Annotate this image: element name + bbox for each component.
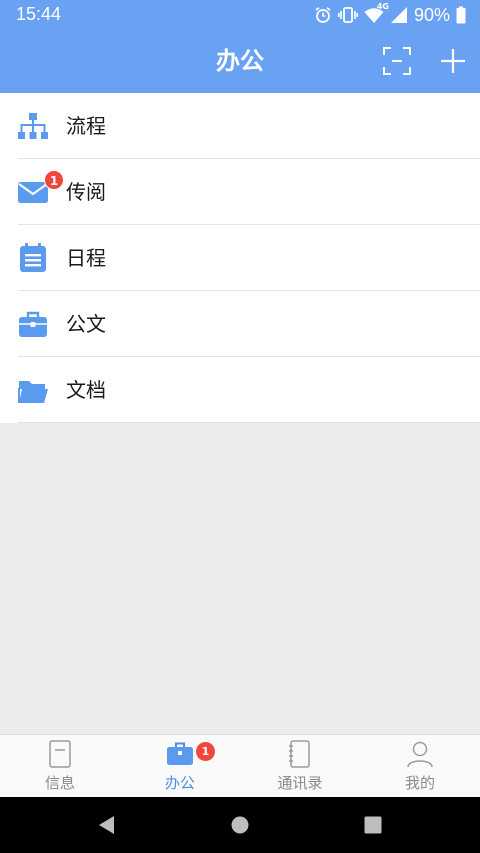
tab-label: 办公 (164, 774, 195, 792)
app-bar: 办公 (0, 30, 480, 93)
divider (18, 422, 480, 423)
system-nav-bar (0, 797, 480, 853)
menu-item-documents[interactable]: 文档 (0, 357, 480, 423)
home-icon (231, 816, 249, 834)
battery-icon (456, 6, 466, 24)
menu-item-official-docs[interactable]: 公文 (0, 291, 480, 357)
tab-badge: 1 (196, 742, 215, 761)
org-chart-icon (18, 113, 48, 139)
menu-item-schedule[interactable]: 日程 (0, 225, 480, 291)
menu-item-label: 流程 (66, 114, 106, 138)
menu-item-label: 文档 (66, 378, 106, 402)
bottom-tab-bar: 信息 1 办公 通讯录 我的 (0, 734, 480, 797)
recents-button[interactable] (361, 813, 385, 837)
calendar-icon (20, 243, 46, 272)
recents-icon (364, 816, 382, 834)
menu-item-label: 日程 (66, 246, 106, 270)
folder-icon (18, 381, 48, 403)
briefcase-icon (167, 742, 193, 765)
network-type: 4G (376, 2, 389, 11)
tab-messages[interactable]: 信息 (0, 735, 120, 797)
tab-profile[interactable]: 我的 (360, 735, 480, 797)
status-icons: 4G 90% (314, 2, 466, 26)
home-button[interactable] (228, 813, 252, 837)
scan-button[interactable] (380, 44, 414, 78)
unread-badge: 1 (44, 170, 64, 190)
alarm-icon (314, 6, 332, 24)
status-bar: 15:44 4G 90% (0, 0, 480, 30)
back-icon (99, 816, 114, 834)
add-button[interactable] (436, 44, 470, 78)
address-book-icon (289, 740, 310, 768)
menu-item-label: 公文 (66, 312, 106, 336)
message-doc-icon (49, 740, 71, 768)
back-button[interactable] (95, 813, 119, 837)
tab-label: 通讯录 (277, 774, 323, 792)
vibrate-icon (337, 6, 358, 24)
menu-item-label: 传阅 (66, 180, 106, 204)
menu-item-workflow[interactable]: 流程 (0, 93, 480, 159)
menu-item-circulation[interactable]: 1 传阅 (0, 159, 480, 225)
person-icon (407, 741, 433, 768)
tab-contacts[interactable]: 通讯录 (240, 735, 360, 797)
scan-icon (383, 47, 411, 75)
tab-label: 信息 (44, 774, 75, 792)
office-menu: 流程 1 传阅 日程 公文 文档 (0, 93, 480, 423)
battery-level: 90% (413, 4, 450, 25)
signal-icon (390, 6, 408, 24)
tab-office[interactable]: 1 办公 (120, 735, 240, 797)
briefcase-icon (19, 311, 47, 337)
status-time: 15:44 (16, 4, 62, 24)
tab-label: 我的 (404, 774, 435, 792)
add-icon (441, 49, 465, 73)
wifi-icon: 4G (364, 2, 389, 24)
